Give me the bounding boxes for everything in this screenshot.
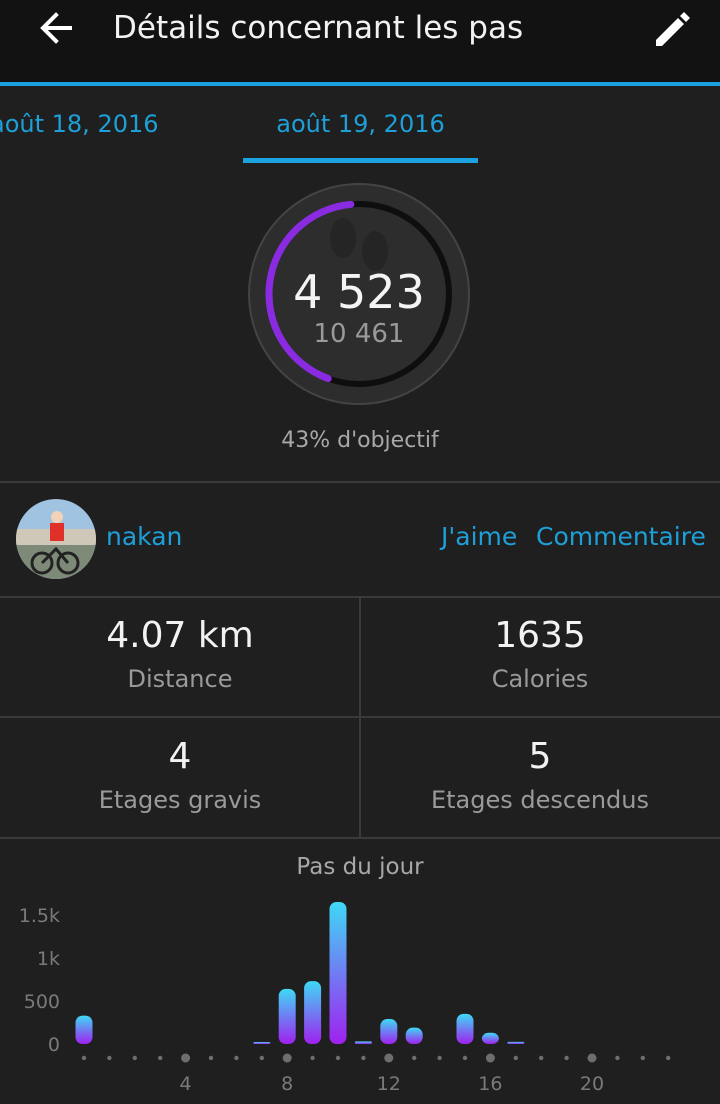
chart-bar	[507, 1041, 525, 1044]
goal-percentage: 43% d'objectif	[281, 428, 439, 453]
calories-label: Calories	[491, 665, 589, 693]
x-tick-label: 4	[180, 1073, 192, 1095]
distance-value: 4.07 km	[106, 615, 254, 656]
chart-bar	[75, 1015, 93, 1044]
comment-button[interactable]: Commentaire	[536, 522, 706, 551]
x-tick-dot	[587, 1053, 597, 1063]
x-tick-dot	[310, 1055, 315, 1061]
chart-bar	[481, 1032, 499, 1044]
x-tick-dot	[513, 1055, 518, 1061]
x-tick-dot	[208, 1055, 214, 1061]
tab-selected-indicator	[243, 158, 478, 163]
page-title: Détails concernant les pas	[113, 10, 524, 46]
avatar-image	[16, 499, 96, 579]
x-tick-dot	[437, 1055, 442, 1061]
chart-bar	[354, 1041, 372, 1044]
chart-bar	[456, 1013, 474, 1044]
chart-title: Pas du jour	[296, 854, 424, 880]
avatar[interactable]	[16, 499, 96, 579]
steps-goal: 10 461	[313, 319, 405, 349]
x-tick-dot	[335, 1055, 341, 1061]
divider	[0, 481, 720, 483]
y-tick-label: 1.5k	[19, 905, 60, 927]
y-tick-label: 500	[24, 991, 60, 1013]
calories-value: 1635	[494, 615, 586, 656]
x-tick-dot	[132, 1055, 137, 1061]
tab-current-date[interactable]: août 19, 2016	[243, 110, 478, 138]
tab-previous-date[interactable]: août 18, 2016	[0, 110, 159, 138]
floors-up-value: 4	[168, 736, 192, 777]
x-tick-dot	[384, 1053, 394, 1063]
floors-down-label: Etages descendus	[430, 786, 650, 814]
x-tick-dot	[412, 1055, 417, 1061]
divider	[0, 837, 720, 839]
floors-down-value: 5	[528, 736, 552, 777]
x-tick-dot	[282, 1053, 292, 1063]
x-tick-dot	[485, 1053, 495, 1063]
x-tick-dot	[462, 1055, 468, 1061]
x-tick-label: 20	[580, 1073, 604, 1095]
x-tick-dot	[615, 1055, 620, 1061]
x-tick-dot	[666, 1055, 671, 1061]
app-bar: Détails concernant les pas	[0, 0, 720, 82]
daily-steps-chart: 0 500 1k 1.5k 4 8 12 16 20	[19, 902, 671, 1095]
x-tick-dot	[564, 1055, 569, 1061]
header-accent-line	[0, 82, 720, 86]
arrow-left-icon[interactable]	[36, 8, 80, 48]
x-tick-label: 8	[281, 1073, 293, 1095]
chart-bar	[329, 902, 347, 1044]
x-tick-dot	[539, 1055, 544, 1061]
y-tick-label: 0	[48, 1034, 60, 1056]
steps-count: 4 523	[293, 265, 425, 319]
chart-bar	[405, 1027, 423, 1044]
x-tick-dot	[181, 1053, 191, 1063]
x-tick-dot	[107, 1055, 112, 1061]
chart-bar	[278, 988, 296, 1044]
x-tick-label: 16	[478, 1073, 502, 1095]
like-button[interactable]: J'aime	[441, 522, 517, 551]
chart-bar	[380, 1019, 398, 1044]
chart-bar	[304, 981, 322, 1044]
pencil-icon[interactable]	[648, 4, 696, 52]
x-tick-dot	[234, 1055, 239, 1061]
username-link[interactable]: nakan	[106, 522, 182, 551]
y-tick-label: 1k	[37, 948, 60, 970]
chart-bar	[253, 1042, 271, 1044]
floors-up-label: Etages gravis	[98, 786, 262, 814]
divider	[0, 716, 720, 718]
distance-label: Distance	[127, 665, 233, 693]
x-tick-dot	[259, 1055, 264, 1061]
x-tick-label: 12	[377, 1073, 401, 1095]
x-tick-dot	[81, 1055, 87, 1061]
x-tick-dot	[640, 1055, 645, 1061]
x-tick-dot	[361, 1055, 366, 1061]
x-tick-dot	[158, 1055, 163, 1061]
